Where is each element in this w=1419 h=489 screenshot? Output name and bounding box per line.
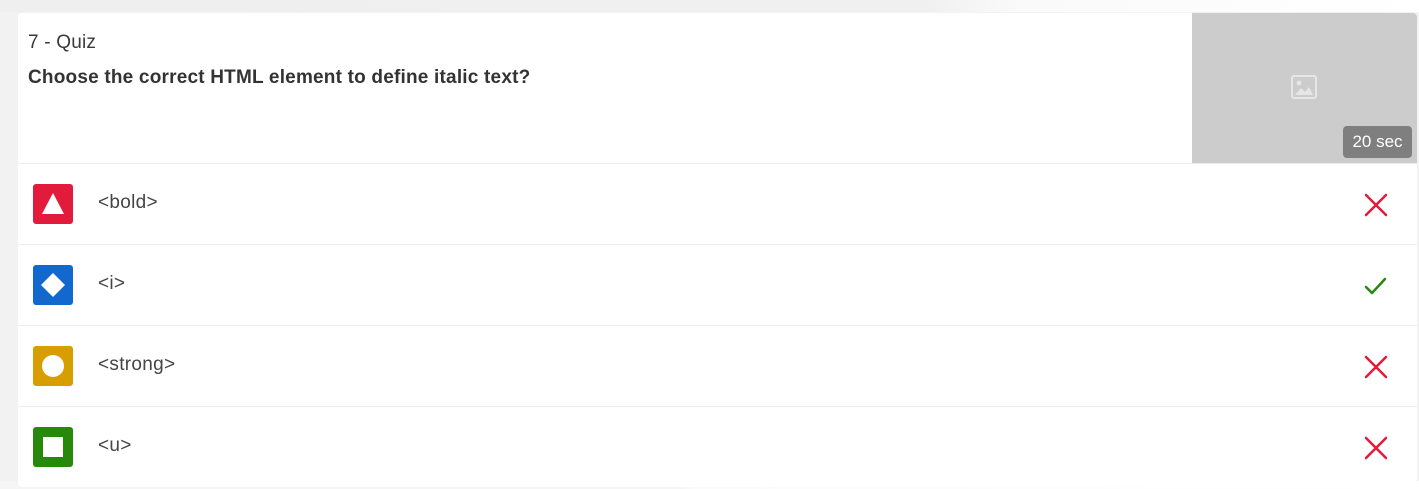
incorrect-cross-icon [1362, 191, 1390, 219]
diamond-icon [41, 273, 65, 297]
quiz-number-label: 7 - Quiz [28, 32, 97, 53]
answer-option-3[interactable]: <strong> [18, 326, 1417, 407]
answer-color-tile [33, 265, 73, 305]
answer-color-tile [33, 184, 73, 224]
correct-check-icon [1362, 272, 1390, 300]
image-placeholder-icon [1291, 75, 1317, 99]
answer-option-4[interactable]: <u> [18, 407, 1417, 487]
question-text: Choose the correct HTML element to defin… [28, 67, 531, 88]
answer-list: <bold> <i> <strong> <u> [18, 164, 1417, 487]
square-icon [43, 437, 63, 457]
answer-color-tile [33, 427, 73, 467]
incorrect-cross-icon [1362, 353, 1390, 381]
answer-color-tile [33, 346, 73, 386]
question-media-placeholder[interactable]: 20 sec [1192, 13, 1417, 163]
answer-text: <bold> [98, 192, 158, 213]
answer-text: <strong> [98, 354, 176, 375]
background-band-top [0, 0, 1419, 12]
quiz-question-card: 7 - Quiz Choose the correct HTML element… [18, 13, 1417, 487]
triangle-icon [42, 193, 64, 214]
question-header: 7 - Quiz Choose the correct HTML element… [18, 13, 1417, 164]
time-limit-badge[interactable]: 20 sec [1343, 126, 1412, 158]
answer-text: <i> [98, 273, 126, 294]
answer-text: <u> [98, 435, 132, 456]
circle-icon [42, 355, 64, 377]
answer-option-2[interactable]: <i> [18, 245, 1417, 326]
incorrect-cross-icon [1362, 434, 1390, 462]
answer-option-1[interactable]: <bold> [18, 164, 1417, 245]
